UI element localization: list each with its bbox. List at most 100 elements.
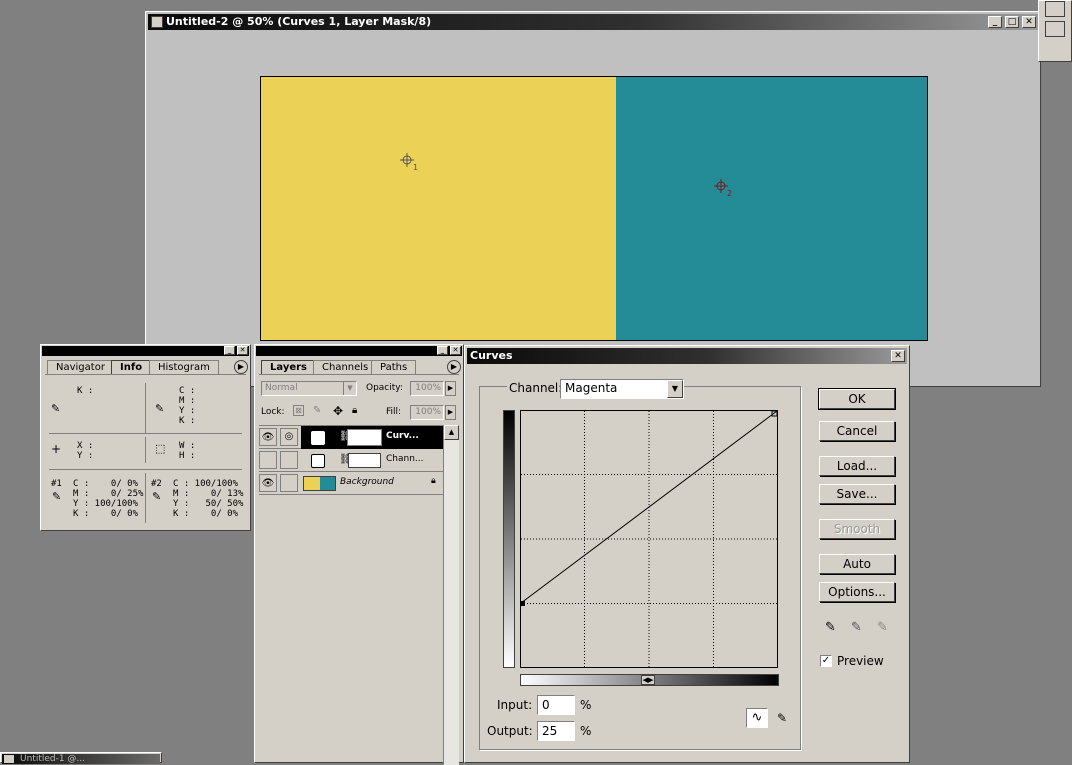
info-cmyk-y-label: Y : [179, 406, 196, 416]
partial-window-box-2[interactable] [1045, 21, 1065, 37]
gradient-toggle-icon[interactable]: ◀▶ [641, 675, 655, 685]
input-gradient-bar: ◀▶ [520, 674, 779, 686]
save-button[interactable]: Save... [819, 484, 895, 504]
smooth-button[interactable]: Smooth [819, 519, 895, 539]
opacity-arrow-icon[interactable]: ▶ [445, 381, 456, 396]
layer-row-curves[interactable]: 👁︎ ◎ ⛓︎ Curv... [259, 426, 443, 449]
preview-checkbox[interactable]: ✓ [820, 655, 832, 667]
canvas-teal-area[interactable]: 2 [616, 77, 927, 340]
info-cmyk-k-label: K : [179, 416, 196, 426]
opacity-field[interactable]: 100% [410, 381, 444, 396]
output-field[interactable]: 25 [537, 721, 575, 741]
preview-label: Preview [837, 654, 884, 668]
tab-paths[interactable]: Paths [371, 360, 417, 374]
lock-transparent-icon[interactable]: ⊠ [293, 405, 304, 416]
sampler-1-id: #1 [51, 479, 62, 489]
info-panel-minimize-icon[interactable]: _ [224, 346, 235, 355]
options-button[interactable]: Options... [819, 582, 895, 602]
sampler-2-line-c: C : 100/100% [173, 479, 239, 489]
scroll-up-icon[interactable]: ▲ [444, 425, 459, 440]
fill-field[interactable]: 100% [410, 405, 444, 420]
black-point-eyedropper-icon[interactable]: ✎ [825, 620, 836, 635]
partial-window-box-1[interactable] [1045, 1, 1065, 17]
layers-panel-menu-icon[interactable]: ▶ [447, 360, 461, 374]
layer-mask-edit-icon[interactable]: ◎ [280, 428, 298, 446]
layer-mask-thumbnail-2[interactable] [348, 453, 381, 468]
layer-visibility-toggle[interactable] [259, 451, 277, 469]
selection-size-icon: ⬚ [155, 442, 166, 455]
layer-visibility-eye-icon-2[interactable]: 👁︎ [259, 474, 277, 492]
load-button[interactable]: Load... [819, 456, 895, 476]
tab-histogram[interactable]: Histogram [149, 360, 219, 374]
layer-link-toggle[interactable] [280, 451, 298, 469]
layers-scrollbar[interactable]: ▲ [443, 425, 459, 765]
lock-paint-icon[interactable]: ✎ [313, 405, 321, 416]
cancel-button[interactable]: Cancel [819, 421, 895, 441]
tab-navigator[interactable]: Navigator [47, 360, 114, 374]
info-divider-vertical-bottom [145, 473, 146, 523]
layer-name-background: Background [340, 477, 394, 487]
channel-label: Channel: [507, 381, 565, 395]
crosshair-icon: + [51, 442, 62, 456]
output-gradient-bar [503, 410, 515, 668]
adjustment-layer-icon [311, 431, 325, 445]
layer-link-toggle-2[interactable] [280, 474, 298, 492]
blend-mode-chevron-down-icon[interactable]: ▼ [343, 382, 356, 395]
output-label: Output: [487, 724, 533, 738]
info-panel-titlebar[interactable]: _ ✕ [42, 346, 249, 356]
layers-panel-close-icon[interactable]: ✕ [450, 346, 461, 355]
ok-button[interactable]: OK [818, 388, 896, 410]
curves-close-icon[interactable]: ✕ [891, 350, 905, 362]
layers-panel: _ ✕ Layers Channels Paths ▶ Normal ▼ Opa… [254, 344, 464, 765]
layer-row-background[interactable]: 👁︎ Background 🔒︎ [259, 472, 443, 495]
document-titlebar[interactable]: Untitled-2 @ 50% (Curves 1, Layer Mask/8… [148, 14, 1038, 30]
curves-titlebar[interactable]: Curves ✕ [467, 348, 907, 364]
output-percent-label: % [580, 724, 592, 738]
tab-info[interactable]: Info [111, 360, 152, 374]
sampler-2-line-k: K : 0/ 0% [173, 509, 239, 519]
sampler-1-line-c: C : 0/ 0% [73, 479, 139, 489]
curve-point-0[interactable] [520, 601, 525, 606]
input-field[interactable]: 0 [537, 695, 575, 715]
color-sampler-1[interactable]: 1 [400, 153, 420, 171]
tab-channels[interactable]: Channels [313, 360, 378, 374]
sampler-2-line-y: Y : 50/ 50% [173, 499, 244, 509]
partial-window-top-right[interactable] [1038, 0, 1072, 62]
input-percent-label: % [580, 698, 592, 712]
background-thumbnail[interactable] [303, 476, 336, 491]
document-icon [151, 16, 163, 28]
tab-layers[interactable]: Layers [261, 360, 316, 374]
layer-row-channel-mixer[interactable]: ⛓︎ Chann... [259, 449, 443, 472]
minimized-window[interactable]: Untitled-1 @... [0, 752, 162, 764]
white-point-eyedropper-icon[interactable]: ✎ [877, 620, 888, 635]
channel-chevron-down-icon[interactable]: ▼ [667, 380, 683, 398]
layer-mask-thumbnail[interactable] [347, 429, 382, 446]
layer-visibility-eye-icon[interactable]: 👁︎ [259, 428, 277, 446]
layer-name-curves: Curv... [386, 431, 419, 441]
color-sampler-2[interactable]: 2 [714, 179, 734, 197]
curves-graph[interactable] [520, 410, 779, 669]
maximize-icon[interactable]: □ [1005, 16, 1019, 28]
lock-all-icon[interactable]: 🔒︎ [352, 405, 357, 416]
info-panel-close-icon[interactable]: ✕ [237, 346, 248, 355]
channel-select[interactable]: Magenta ▼ [560, 379, 684, 399]
pencil-tool-icon[interactable]: ✎ [772, 708, 792, 728]
layers-panel-minimize-icon[interactable]: _ [437, 346, 448, 355]
canvas[interactable]: 1 2 [260, 76, 928, 341]
minimize-icon[interactable]: _ [988, 16, 1002, 28]
lock-move-icon[interactable]: ✥ [333, 404, 343, 418]
blend-mode-select[interactable]: Normal ▼ [261, 381, 357, 396]
sampler-2-eyedropper-icon: ✎ [152, 490, 162, 503]
layers-panel-body: Normal ▼ Opacity: 100% ▶ Lock: ⊠ ✎ ✥ 🔒︎ … [259, 374, 459, 765]
info-divider-horizontal-1 [49, 433, 242, 434]
auto-button[interactable]: Auto [819, 554, 895, 574]
canvas-yellow-area[interactable]: 1 [261, 77, 616, 340]
fill-arrow-icon[interactable]: ▶ [445, 405, 456, 420]
layers-panel-titlebar[interactable]: _ ✕ [256, 346, 462, 356]
curve-tool-icon[interactable]: ∿ [746, 708, 768, 728]
close-icon[interactable]: ✕ [1022, 16, 1036, 28]
sampler-2-id: #2 [151, 479, 162, 489]
gray-point-eyedropper-icon[interactable]: ✎ [851, 620, 862, 635]
document-window: Untitled-2 @ 50% (Curves 1, Layer Mask/8… [145, 11, 1041, 387]
info-panel-menu-icon[interactable]: ▶ [234, 360, 248, 374]
